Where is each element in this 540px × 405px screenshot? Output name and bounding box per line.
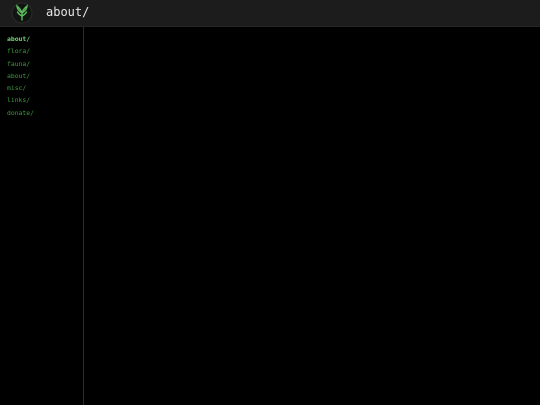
- nav-list: about/ flora/ fauna/ about/ misc/ links/…: [0, 27, 83, 119]
- sidebar-item-about[interactable]: about/: [7, 70, 83, 82]
- main-content-area: [85, 27, 540, 405]
- leaf-logo-icon[interactable]: [11, 2, 33, 24]
- sidebar-item-about-active[interactable]: about/: [7, 33, 83, 45]
- sidebar-item-fauna[interactable]: fauna/: [7, 58, 83, 70]
- sidebar-item-flora[interactable]: flora/: [7, 45, 83, 57]
- sidebar-nav: about/ flora/ fauna/ about/ misc/ links/…: [0, 27, 84, 405]
- header-bar: about/: [0, 0, 540, 27]
- sidebar-item-donate[interactable]: donate/: [7, 107, 83, 119]
- sidebar-item-links[interactable]: links/: [7, 94, 83, 106]
- sidebar-item-misc[interactable]: misc/: [7, 82, 83, 94]
- page-title: about/: [46, 5, 90, 19]
